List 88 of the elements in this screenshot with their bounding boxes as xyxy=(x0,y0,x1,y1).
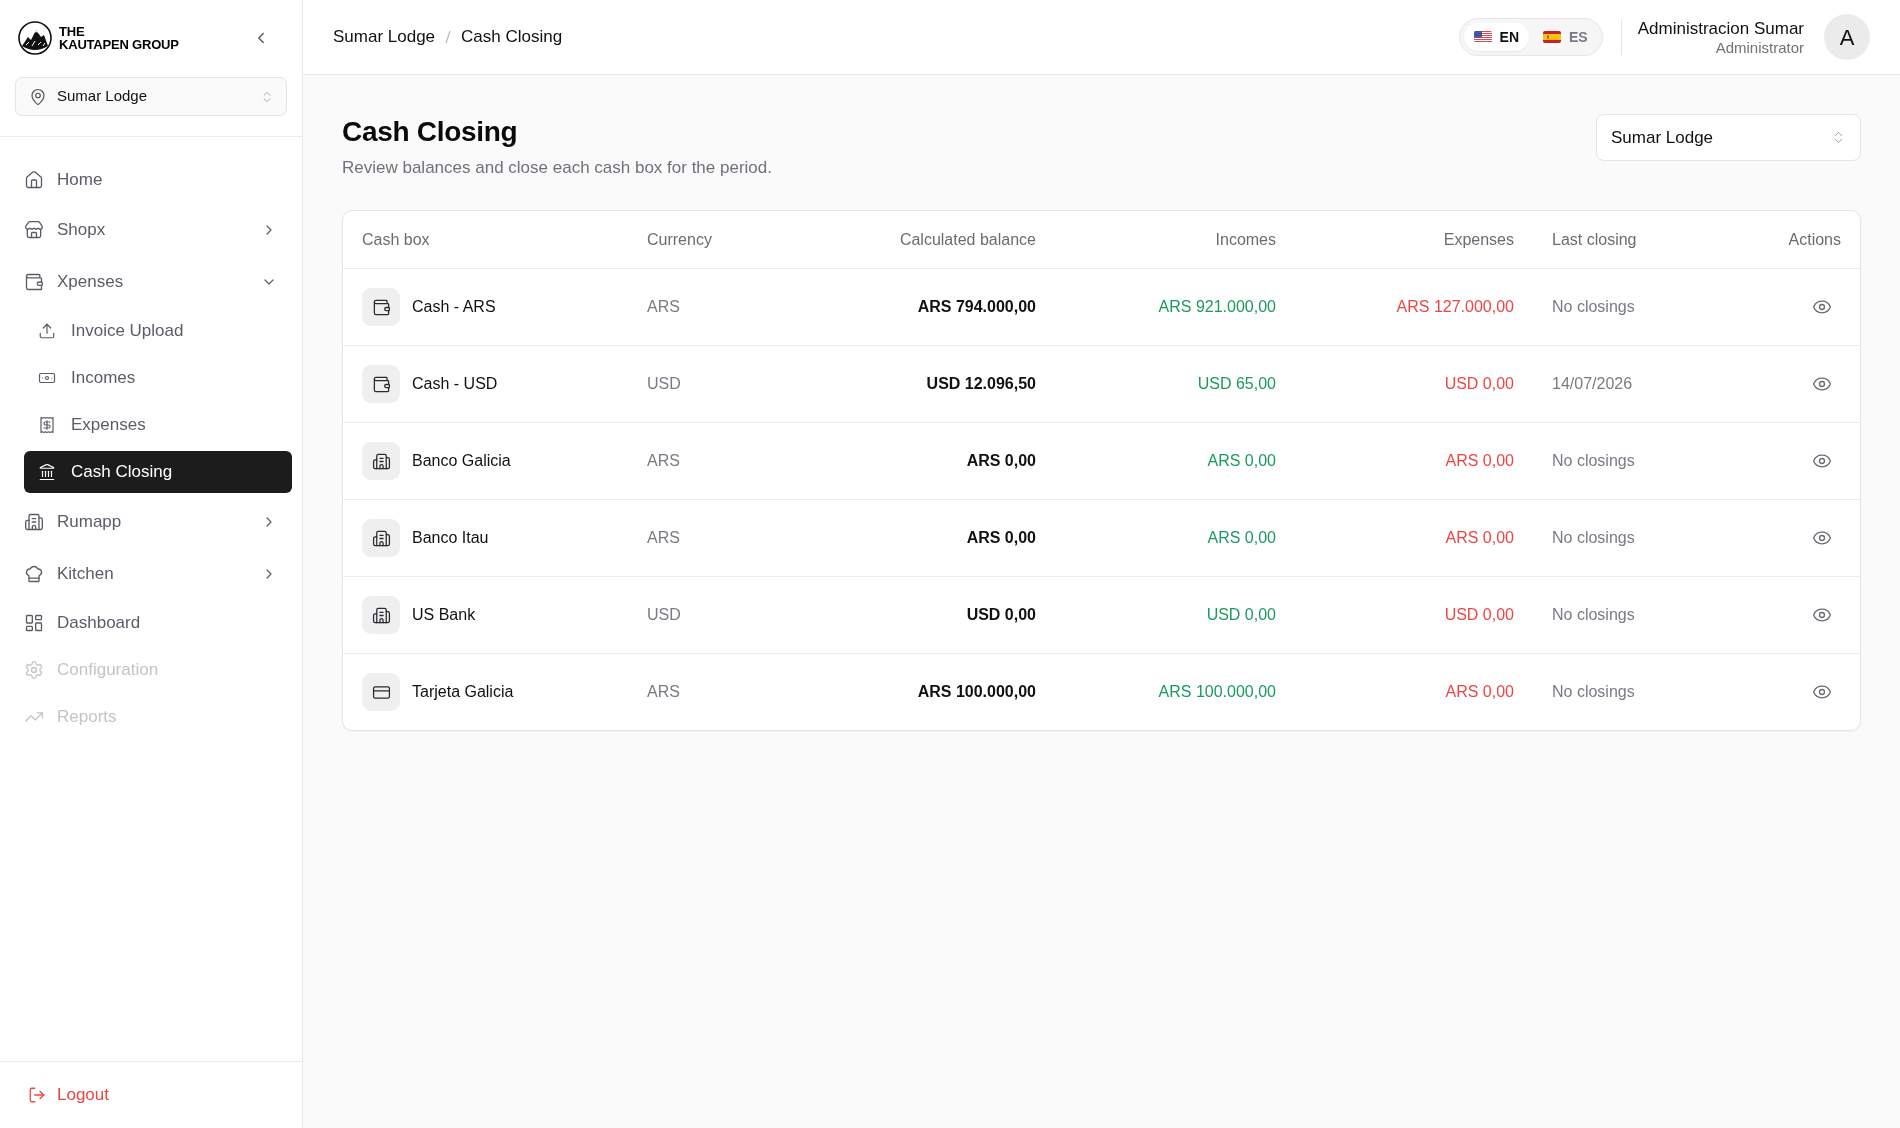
currency-text: ARS xyxy=(647,298,680,315)
expense-amount: ARS 0,00 xyxy=(1445,452,1514,469)
upload-icon xyxy=(38,322,56,340)
dashboard-grid-icon xyxy=(24,613,44,633)
receipt-icon xyxy=(38,416,56,434)
user-name: Administracion Sumar xyxy=(1637,18,1804,39)
column-header: Calculated balance xyxy=(899,230,1036,248)
cash-box-name: Banco Galicia xyxy=(412,451,511,471)
balance-amount: ARS 0,00 xyxy=(966,529,1036,546)
balance-amount: ARS 100.000,00 xyxy=(917,683,1036,700)
nav-item[interactable]: Shopx xyxy=(10,206,292,253)
column-header: Actions xyxy=(1788,230,1841,248)
spain-flag-icon xyxy=(1543,31,1562,43)
nav-item[interactable]: Kitchen xyxy=(10,550,292,597)
mountain-logo-icon xyxy=(18,21,52,55)
last-closing-text: No closings xyxy=(1552,683,1635,700)
last-closing-text: No closings xyxy=(1552,452,1635,469)
building-icon xyxy=(362,519,400,557)
settings-icon xyxy=(24,660,44,680)
currency-text: ARS xyxy=(647,683,680,700)
column-header: Cash box xyxy=(362,230,430,248)
nav-subitem[interactable]: Expenses xyxy=(24,404,292,446)
balance-amount: ARS 794.000,00 xyxy=(917,298,1036,315)
expense-amount: ARS 0,00 xyxy=(1445,683,1514,700)
cash-box-name: Tarjeta Galicia xyxy=(412,682,514,702)
logo-wordmark: THE KAUTAPEN GROUP xyxy=(59,25,179,51)
building-icon xyxy=(24,511,44,532)
expense-amount: ARS 127.000,00 xyxy=(1396,298,1514,315)
user-avatar[interactable]: A xyxy=(1824,14,1870,60)
currency-text: USD xyxy=(647,606,681,623)
nav-subitem[interactable]: Cash Closing xyxy=(24,451,292,493)
house-icon xyxy=(24,170,44,190)
column-header: Incomes xyxy=(1215,230,1276,248)
last-closing-text: No closings xyxy=(1552,606,1635,623)
balance-amount: ARS 0,00 xyxy=(966,452,1036,469)
income-amount: ARS 0,00 xyxy=(1207,452,1276,469)
last-closing-text: 14/07/2026 xyxy=(1552,375,1633,392)
chef-hat-icon xyxy=(24,563,44,584)
last-closing-text: No closings xyxy=(1552,529,1635,546)
nav-item[interactable]: Rumapp xyxy=(10,498,292,545)
expense-amount: ARS 0,00 xyxy=(1445,529,1514,546)
nav-item[interactable]: Xpenses xyxy=(10,258,292,305)
lodge-select[interactable]: Sumar Lodge xyxy=(1596,114,1861,161)
building-icon xyxy=(362,442,400,480)
wallet-icon xyxy=(24,271,44,292)
income-amount: ARS 921.000,00 xyxy=(1158,298,1276,315)
income-amount: ARS 0,00 xyxy=(1207,529,1276,546)
breadcrumb-current: Cash Closing xyxy=(461,26,563,49)
cash-box-name: US Bank xyxy=(412,605,476,625)
building-icon xyxy=(362,596,400,634)
language-option[interactable]: ES xyxy=(1533,23,1598,51)
wallet-icon xyxy=(362,288,400,326)
column-header: Last closing xyxy=(1552,230,1637,248)
currency-text: USD xyxy=(647,375,681,392)
cash-box-name: Cash - ARS xyxy=(412,297,496,317)
map-pin-icon xyxy=(29,87,47,106)
income-amount: ARS 100.000,00 xyxy=(1158,683,1276,700)
currency-text: ARS xyxy=(647,529,680,546)
column-header: Expenses xyxy=(1443,230,1514,248)
landmark-icon xyxy=(38,463,56,481)
page-title: Cash Closing xyxy=(342,115,519,149)
logout-icon xyxy=(28,1086,46,1104)
page-subtitle: Review balances and close each cash box for the period. xyxy=(342,158,772,178)
balance-amount: USD 12.096,50 xyxy=(926,375,1036,392)
logout-button[interactable]: Logout xyxy=(28,1082,109,1108)
location-select[interactable]: Sumar Lodge xyxy=(15,77,287,116)
balance-amount: USD 0,00 xyxy=(966,606,1036,623)
cash-box-name: Cash - USD xyxy=(412,374,498,394)
cash-box-name: Banco Itau xyxy=(412,528,489,548)
language-option[interactable]: EN xyxy=(1463,23,1530,51)
slash-icon xyxy=(445,30,452,44)
nav-subitem[interactable]: Incomes xyxy=(24,357,292,399)
income-amount: USD 65,00 xyxy=(1197,375,1276,392)
credit-card-icon xyxy=(362,673,400,711)
nav-item[interactable]: Dashboard xyxy=(10,602,292,644)
nav-subitem[interactable]: Invoice Upload xyxy=(24,310,292,352)
breadcrumb-link[interactable]: Sumar Lodge xyxy=(333,24,436,50)
wallet-icon xyxy=(362,365,400,403)
expense-amount: USD 0,00 xyxy=(1444,375,1514,392)
income-amount: USD 0,00 xyxy=(1206,606,1276,623)
store-icon xyxy=(24,219,44,240)
us-flag-icon xyxy=(1473,31,1492,43)
last-closing-text: No closings xyxy=(1552,298,1635,315)
column-header: Currency xyxy=(647,230,712,248)
expense-amount: USD 0,00 xyxy=(1444,606,1514,623)
currency-text: ARS xyxy=(647,452,680,469)
nav-item[interactable]: Home xyxy=(10,159,292,201)
user-role: Administrator xyxy=(1715,38,1804,56)
